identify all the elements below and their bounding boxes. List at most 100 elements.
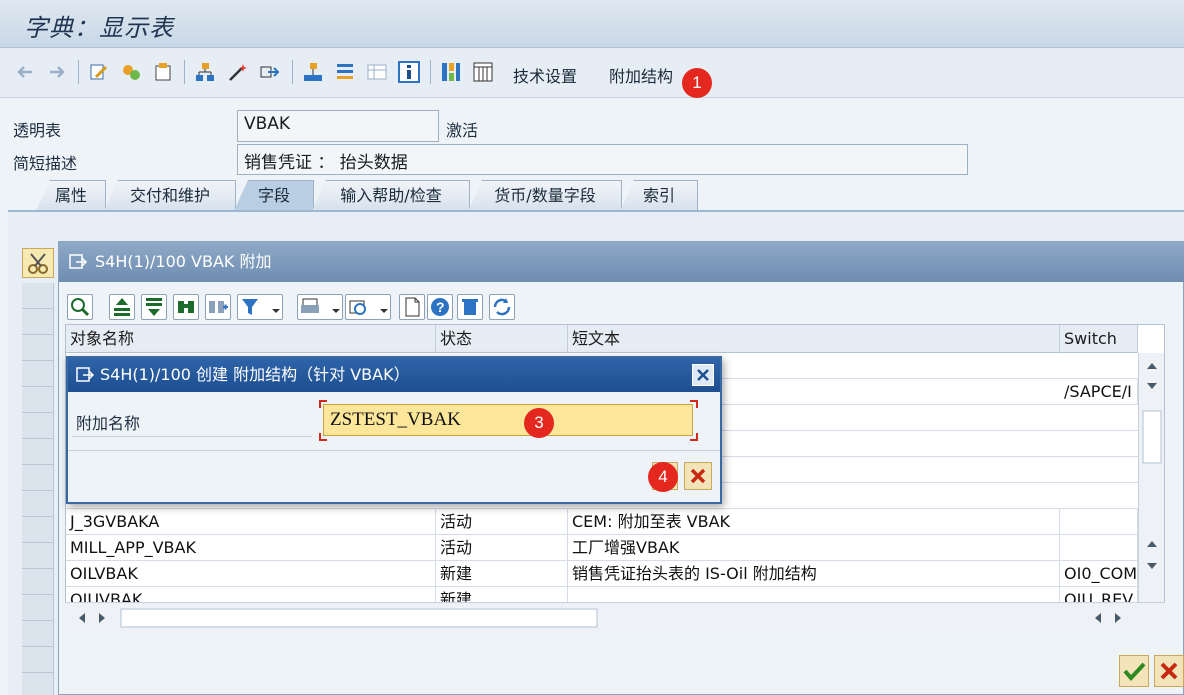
append-dialog-title: S4H(1)/100 VBAK 附加 [59, 242, 1184, 282]
table-type-label: 透明表 [13, 121, 62, 140]
name-cell: J_3GVBAKA [66, 509, 436, 535]
row-selector[interactable] [22, 387, 54, 413]
tab-attributes[interactable]: 属性 [36, 180, 106, 211]
close-icon [697, 369, 709, 381]
table-row[interactable]: J_3GVBAKA 活动 CEM: 附加至表 VBAK [66, 509, 1138, 535]
table-status: 激活 [446, 121, 479, 140]
tab-input-help[interactable]: 输入帮助/检查 [312, 180, 470, 211]
main-cancel-button[interactable] [1154, 655, 1184, 687]
cancel-icon [1160, 662, 1178, 680]
object-list-icon[interactable] [302, 61, 324, 83]
layout-select-icon[interactable] [345, 294, 391, 320]
tab-delivery-maintenance[interactable]: 交付和维护 [104, 180, 236, 211]
short-desc-field[interactable]: 销售凭证 ： 抬头数据 [237, 144, 968, 175]
table-row[interactable]: OILVBAK 新建 销售凭证抬头表的 IS-Oil 附加结构 OI0_COM [66, 561, 1138, 587]
title-bar [0, 0, 1184, 48]
row-selector[interactable] [22, 543, 54, 569]
row-selector[interactable] [22, 283, 54, 309]
filter-icon[interactable] [237, 294, 283, 320]
table-row[interactable]: MILL_APP_VBAK 活动 工厂增强VBAK [66, 535, 1138, 561]
step-marker-4: 4 [648, 462, 678, 492]
row-selector[interactable] [22, 439, 54, 465]
find-next-icon[interactable] [205, 294, 231, 320]
checkmark-icon [1123, 662, 1146, 682]
table-row[interactable]: OIUVBAK 新建 OIU_REV [66, 587, 1138, 603]
cancel-button[interactable] [684, 462, 712, 490]
switch-cell: OIU_REV [1060, 587, 1138, 602]
step-marker-3: 3 [524, 408, 554, 438]
magic-wand-icon[interactable] [226, 61, 248, 83]
sort-ascending-icon[interactable] [109, 294, 135, 320]
find-icon[interactable] [173, 294, 199, 320]
column-header-short-text[interactable]: 短文本 [568, 325, 1060, 353]
row-selector[interactable] [22, 647, 54, 673]
vertical-scrollbar-lower[interactable] [1138, 513, 1164, 605]
tab-fields[interactable]: 字段 [234, 180, 314, 211]
row-selector[interactable] [22, 413, 54, 439]
switch-cell [1060, 535, 1138, 561]
row-selector[interactable] [22, 491, 54, 517]
append-name-label: 附加名称 [76, 414, 141, 433]
append-toolbar: ? 2 [65, 294, 1165, 354]
cut-button[interactable] [22, 248, 54, 278]
short-text-cell: CEM: 附加至表 VBAK [568, 509, 1060, 535]
trash-icon[interactable] [457, 294, 483, 320]
activate-icon[interactable] [120, 61, 142, 83]
print-icon[interactable] [297, 294, 343, 320]
row-selector[interactable] [22, 569, 54, 595]
step-marker-1: 1 [682, 68, 712, 98]
row-selector[interactable] [22, 309, 54, 335]
append-structure-button[interactable]: 附加结构 [609, 63, 673, 87]
info-icon[interactable] [398, 61, 420, 83]
row-selector[interactable] [22, 621, 54, 647]
column-header-switch[interactable]: Switch [1060, 325, 1138, 353]
row-selector[interactable] [22, 673, 54, 695]
append-name-input[interactable]: ZSTEST_VBAK [323, 404, 693, 436]
sort-descending-icon[interactable] [141, 294, 167, 320]
forward-arrow-icon[interactable] [46, 61, 68, 83]
main-confirm-button[interactable] [1119, 655, 1149, 687]
table-grid-icon[interactable] [472, 61, 494, 83]
scissors-icon [28, 253, 48, 274]
row-selector[interactable] [22, 335, 54, 361]
display-change-icon[interactable] [88, 61, 110, 83]
status-cell: 活动 [436, 535, 568, 561]
column-header-status[interactable]: 状态 [436, 325, 568, 353]
row-selector[interactable] [22, 465, 54, 491]
close-dialog-button[interactable] [692, 364, 714, 386]
hierarchy-icon[interactable] [194, 61, 216, 83]
tech-settings-button[interactable]: 技术设置 [513, 63, 577, 87]
short-desc-label: 简短描述 [13, 154, 78, 173]
tab-index[interactable]: 索引 [620, 180, 698, 211]
horizontal-scrollbar[interactable] [65, 602, 1165, 632]
row-selector[interactable] [22, 361, 54, 387]
name-cell: OIUVBAK [66, 587, 436, 602]
refresh-icon[interactable] [489, 294, 515, 320]
page-title: 字典：显示表 [24, 14, 174, 42]
column-header-name[interactable]: 对象名称 [66, 325, 436, 353]
create-new-icon[interactable] [399, 294, 425, 320]
name-cell: OILVBAK [66, 561, 436, 587]
row-selector[interactable] [22, 517, 54, 543]
tab-currency-quantity[interactable]: 货币/数量字段 [468, 180, 622, 211]
name-cell: MILL_APP_VBAK [66, 535, 436, 561]
row-selector[interactable] [22, 595, 54, 621]
append-dialog-title-text: S4H(1)/100 VBAK 附加 [95, 252, 272, 271]
short-text-cell: 工厂增强VBAK [568, 535, 1060, 561]
switch-cell: /SAPCE/I [1060, 379, 1138, 405]
help-key-icon[interactable]: ? [427, 294, 453, 320]
navigate-icon[interactable] [258, 61, 280, 83]
columns-icon[interactable] [440, 61, 462, 83]
application-toolbar: 技术设置 附加结构 1 [0, 48, 1184, 98]
status-cell: 新建 [436, 561, 568, 587]
switch-cell [1060, 509, 1138, 535]
vertical-scrollbar-upper[interactable] [1138, 353, 1164, 513]
table-name-field[interactable]: VBAK [237, 110, 439, 142]
short-text-cell [568, 587, 1060, 602]
details-icon[interactable] [67, 294, 93, 320]
layout-icon[interactable] [366, 61, 388, 83]
tab-strip: 属性 交付和维护 字段 输入帮助/检查 货币/数量字段 索引 [8, 180, 1184, 212]
back-arrow-icon[interactable] [14, 61, 36, 83]
stack-icon[interactable] [334, 61, 356, 83]
where-used-icon[interactable] [152, 61, 174, 83]
